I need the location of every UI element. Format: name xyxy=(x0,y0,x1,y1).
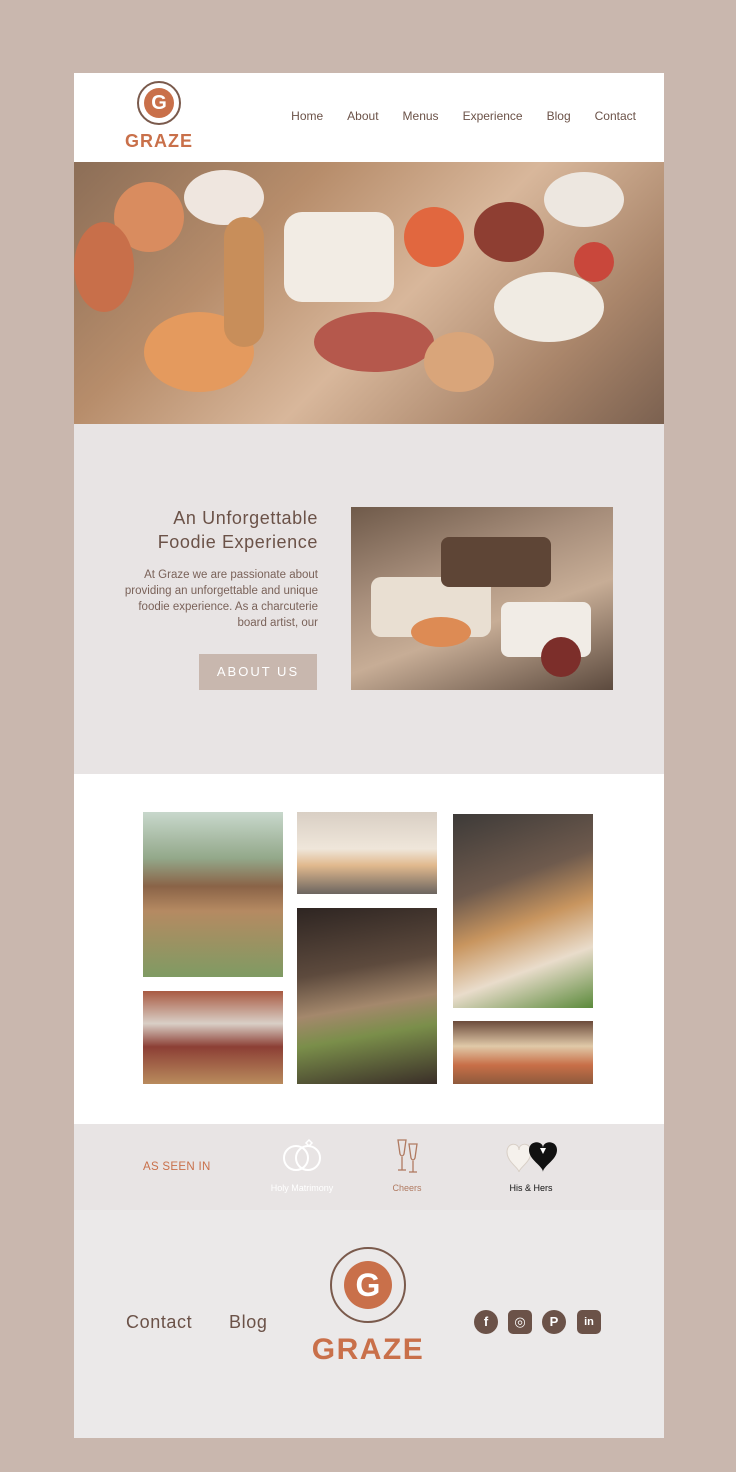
bride-groom-hearts-icon xyxy=(506,1142,557,1173)
as-seen-in-bar: AS SEEN IN Holy Matrimony Cheers His & H… xyxy=(74,1124,664,1210)
graze-logo[interactable]: G GRAZE xyxy=(124,81,194,152)
wedding-rings-icon xyxy=(283,1138,321,1171)
footer-contact-link[interactable]: Contact xyxy=(126,1312,192,1333)
nav-menus[interactable]: Menus xyxy=(403,109,439,123)
about-grazing-table-photo xyxy=(351,507,613,690)
publication-label: His & Hers xyxy=(509,1183,553,1193)
footer-logo-wordmark: GRAZE xyxy=(311,1333,425,1366)
about-title: An Unforgettable Foodie Experience xyxy=(98,506,318,554)
nav-contact[interactable]: Contact xyxy=(595,109,636,123)
footer-logo-badge: G xyxy=(330,1247,406,1323)
gallery-photo-pizza xyxy=(453,1021,593,1084)
footer-logo-letter: G xyxy=(344,1261,392,1309)
publication-holy-matrimony[interactable]: Holy Matrimony xyxy=(262,1138,342,1193)
gallery-photo-dining-spread xyxy=(297,908,437,1084)
about-section: An Unforgettable Foodie Experience At Gr… xyxy=(74,424,664,774)
gallery-photo-cookie-crate xyxy=(453,814,593,1008)
footer-graze-logo[interactable]: G GRAZE xyxy=(308,1247,428,1367)
gallery-photo-dessert-table xyxy=(143,812,283,977)
instagram-icon[interactable]: ◎ xyxy=(508,1310,532,1334)
linkedin-icon[interactable]: in xyxy=(577,1310,601,1334)
site-header: G GRAZE Home About Menus Experience Blog… xyxy=(74,73,664,162)
as-seen-in-label: AS SEEN IN xyxy=(143,1161,211,1173)
logo-wordmark: GRAZE xyxy=(125,131,193,151)
nav-home[interactable]: Home xyxy=(291,109,323,123)
page: G GRAZE Home About Menus Experience Blog… xyxy=(74,73,664,1438)
about-title-line-2: Foodie Experience xyxy=(157,532,318,552)
logo-badge: G xyxy=(137,81,181,125)
pinterest-icon[interactable]: P xyxy=(542,1310,566,1334)
about-us-button[interactable]: ABOUT US xyxy=(199,654,317,690)
site-footer: Contact Blog G GRAZE f ◎ P in xyxy=(74,1210,664,1438)
gallery-photo-cones xyxy=(297,812,437,894)
photo-gallery xyxy=(74,774,664,1123)
gallery-photo-brick-table xyxy=(143,991,283,1084)
nav-about[interactable]: About xyxy=(347,109,378,123)
publication-label: Cheers xyxy=(392,1183,422,1193)
main-nav: Home About Menus Experience Blog Contact xyxy=(291,109,636,123)
footer-blog-link[interactable]: Blog xyxy=(229,1312,267,1333)
facebook-icon[interactable]: f xyxy=(474,1310,498,1334)
hero-grazing-table-photo xyxy=(74,162,664,424)
publication-his-and-hers[interactable]: His & Hers xyxy=(494,1138,568,1193)
logo-letter: G xyxy=(144,88,174,118)
about-title-line-1: An Unforgettable xyxy=(173,508,318,528)
publication-cheers[interactable]: Cheers xyxy=(377,1138,437,1193)
nav-blog[interactable]: Blog xyxy=(547,109,571,123)
champagne-glasses-icon xyxy=(397,1139,418,1173)
publication-label: Holy Matrimony xyxy=(270,1183,334,1193)
nav-experience[interactable]: Experience xyxy=(463,109,523,123)
about-description: At Graze we are passionate about providi… xyxy=(124,569,318,629)
